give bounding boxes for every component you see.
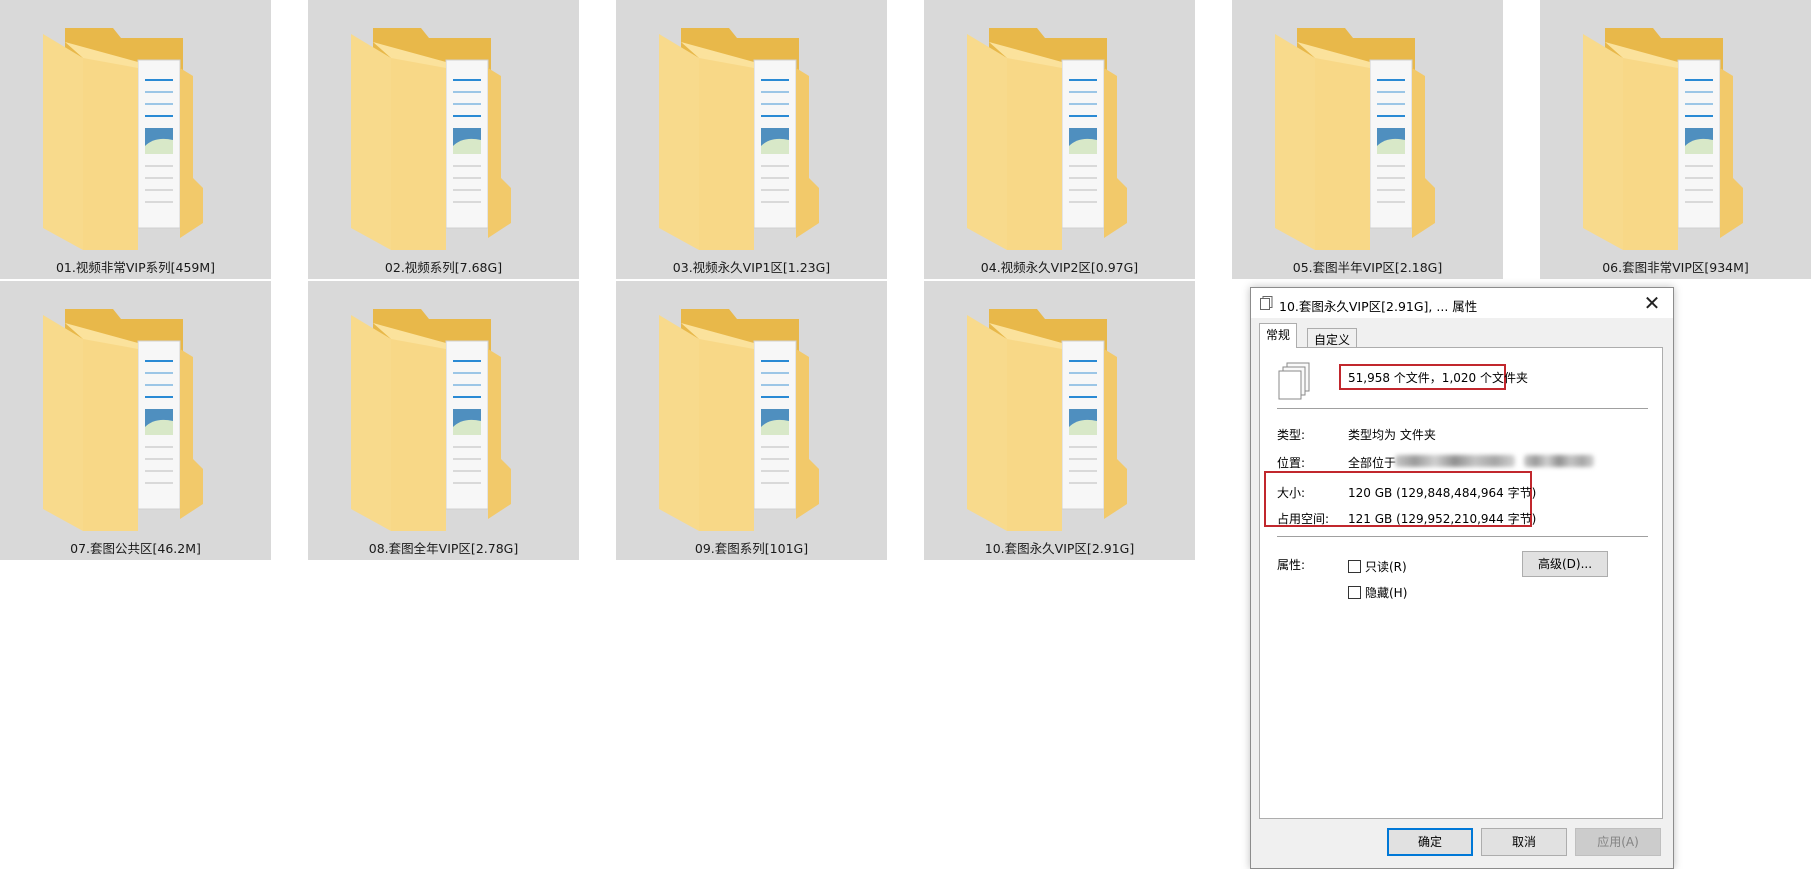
folder-item[interactable]: 05.套图半年VIP区[2.18G] (1232, 0, 1503, 279)
folder-with-documents-icon (659, 309, 819, 531)
folder-name: 09.套图系列[101G] (694, 541, 809, 556)
checkbox-box[interactable] (1348, 586, 1361, 599)
tab-general[interactable]: 常规 (1259, 323, 1298, 348)
folder-name: 04.视频永久VIP2区[0.97G] (980, 260, 1139, 275)
location-label: 位置: (1277, 456, 1306, 470)
file-stack-icon (1278, 362, 1310, 400)
folder-item[interactable]: 01.视频非常VIP系列[459M] (0, 0, 271, 279)
folder-item[interactable]: 03.视频永久VIP1区[1.23G] (616, 0, 887, 279)
disk-size-label: 占用空间: (1277, 512, 1330, 526)
location-path-blurred (1524, 455, 1594, 467)
file-count-text: 51,958 个文件，1,020 个文件夹 (1348, 371, 1528, 385)
apply-button[interactable]: 应用(A) (1575, 828, 1661, 856)
type-value: 类型均为 文件夹 (1348, 428, 1436, 442)
folder-with-documents-icon (43, 309, 203, 531)
size-label: 大小: (1277, 486, 1306, 500)
location-path-blurred (1395, 455, 1515, 467)
folder-with-documents-icon (1275, 28, 1435, 250)
properties-dialog: 10.套图永久VIP区[2.91G], ... 属性 ✕ 常规 自定义 51,9… (1250, 287, 1674, 869)
folder-with-documents-icon (967, 309, 1127, 531)
folder-item[interactable]: 06.套图非常VIP区[934M] (1540, 0, 1811, 279)
ok-button[interactable]: 确定 (1387, 828, 1473, 856)
folder-item[interactable]: 04.视频永久VIP2区[0.97G] (924, 0, 1195, 279)
type-label: 类型: (1277, 428, 1306, 442)
close-icon[interactable]: ✕ (1637, 290, 1667, 316)
folder-name: 08.套图全年VIP区[2.78G] (368, 541, 519, 556)
folder-item[interactable]: 07.套图公共区[46.2M] (0, 281, 271, 560)
hidden-checkbox[interactable]: 隐藏(H) (1348, 584, 1407, 601)
location-value: 全部位于 (1348, 456, 1397, 470)
divider (1277, 408, 1648, 409)
folder-with-documents-icon (351, 28, 511, 250)
folder-item[interactable]: 10.套图永久VIP区[2.91G] (924, 281, 1195, 560)
readonly-label: 只读(R) (1365, 560, 1407, 574)
folder-with-documents-icon (43, 28, 203, 250)
folder-name: 05.套图半年VIP区[2.18G] (1292, 260, 1443, 275)
hidden-label: 隐藏(H) (1365, 586, 1408, 600)
folder-with-documents-icon (1583, 28, 1743, 250)
folder-item[interactable]: 08.套图全年VIP区[2.78G] (308, 281, 579, 560)
cancel-button[interactable]: 取消 (1481, 828, 1567, 856)
advanced-button[interactable]: 高级(D)... (1522, 551, 1608, 577)
dialog-titlebar[interactable]: 10.套图永久VIP区[2.91G], ... 属性 ✕ (1251, 288, 1673, 318)
disk-size-value: 121 GB (129,952,210,944 字节) (1348, 512, 1537, 526)
general-panel: 51,958 个文件，1,020 个文件夹 类型: 类型均为 文件夹 位置: 全… (1259, 347, 1663, 819)
folder-item[interactable]: 09.套图系列[101G] (616, 281, 887, 560)
folder-name: 10.套图永久VIP区[2.91G] (984, 541, 1135, 556)
folder-name: 03.视频永久VIP1区[1.23G] (672, 260, 831, 275)
folder-with-documents-icon (659, 28, 819, 250)
files-small-icon (1260, 296, 1273, 310)
size-value: 120 GB (129,848,484,964 字节) (1348, 486, 1537, 500)
divider (1277, 536, 1648, 537)
folder-with-documents-icon (967, 28, 1127, 250)
folder-item[interactable]: 02.视频系列[7.68G] (308, 0, 579, 279)
dialog-title: 10.套图永久VIP区[2.91G], ... 属性 (1279, 299, 1478, 314)
folder-name: 02.视频系列[7.68G] (384, 260, 503, 275)
folder-with-documents-icon (351, 309, 511, 531)
folder-name: 06.套图非常VIP区[934M] (1602, 260, 1749, 275)
attributes-label: 属性: (1277, 558, 1306, 572)
folder-name: 07.套图公共区[46.2M] (70, 541, 201, 556)
checkbox-box[interactable] (1348, 560, 1361, 573)
readonly-checkbox[interactable]: 只读(R) (1348, 558, 1407, 575)
folder-name: 01.视频非常VIP系列[459M] (55, 260, 216, 275)
